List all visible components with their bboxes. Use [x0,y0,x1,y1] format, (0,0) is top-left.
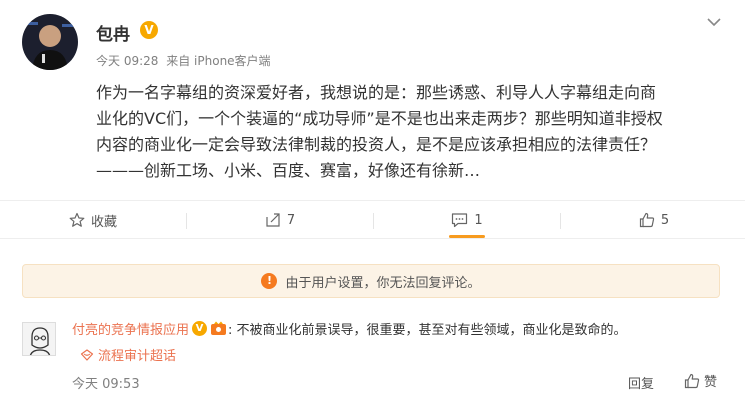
reply-disabled-notice: ! 由于用户设置，你无法回复评论。 [22,264,720,298]
member-badge-icon [210,321,228,336]
action-bar: 收藏 7 1 5 [0,200,745,239]
super-topic-icon [80,348,94,361]
comment-like-button[interactable]: 赞 [684,371,717,390]
comment-count: 1 [474,212,483,228]
post-meta: 今天 09:28 来自 iPhone客户端 [96,52,275,69]
commenter-name[interactable]: 付亮的竞争情报应用 [72,319,189,338]
divider [0,238,745,239]
verified-badge-icon: V [192,320,208,336]
comment-icon [452,213,468,228]
post-time[interactable]: 今天 09:28 [96,54,158,68]
author-name[interactable]: 包冉 [96,20,130,45]
comment-time: 今天 09:53 [72,377,140,392]
thumbs-up-icon [684,373,700,388]
topic-label: 流程审计超话 [98,349,177,364]
post-source: 来自 iPhone客户端 [166,54,271,68]
notice-text: 由于用户设置，你无法回复评论。 [285,275,481,291]
favorite-button[interactable]: 收藏 [0,201,186,239]
comment-like-label: 赞 [704,375,718,390]
topic-link[interactable]: 流程审计超话 [80,345,176,364]
verified-badge-icon: V [140,21,158,39]
like-button[interactable]: 5 [561,201,745,239]
post-content-line: 内容的商业化一定会导致法律制裁的投资人，是不是应该承担相应的法律责任？ [96,135,657,154]
thumbs-up-icon [639,212,655,228]
active-tab-indicator [449,235,485,238]
favorite-label: 收藏 [90,214,117,230]
like-count: 5 [660,212,670,228]
post-content-line: 作为一名字幕组的资深爱好者，我想说的是：那些诱惑、利导人人字幕组走向商 [96,83,657,102]
reply-button[interactable]: 回复 [628,373,654,392]
post-content: 作为一名字幕组的资深爱好者，我想说的是：那些诱惑、利导人人字幕组走向商 业化的V… [96,80,726,184]
forward-button[interactable]: 7 [187,201,373,239]
post-content-line: ———创新工场、小米、百度、赛富，好像还有徐新… [96,161,481,180]
forward-icon [266,213,280,227]
chevron-down-icon[interactable] [702,12,726,32]
comment-text: : 不被商业化前景误导，很重要，甚至对有些领域，商业化是致命的。 [228,322,627,338]
commenter-avatar[interactable] [22,322,56,356]
comment-line: 付亮的竞争情报应用 V : 不被商业化前景误导，很重要，甚至对有些领域，商业化是… [72,318,627,338]
warning-icon: ! [261,273,278,289]
star-icon [69,212,85,227]
post-content-line: 业化的VC们，一个个装逼的“成功导师”是不是也出来走两步？那些明知道非授权 [96,109,663,128]
forward-count: 7 [286,212,296,228]
author-avatar[interactable] [22,14,78,70]
comment-button[interactable]: 1 [374,201,560,239]
